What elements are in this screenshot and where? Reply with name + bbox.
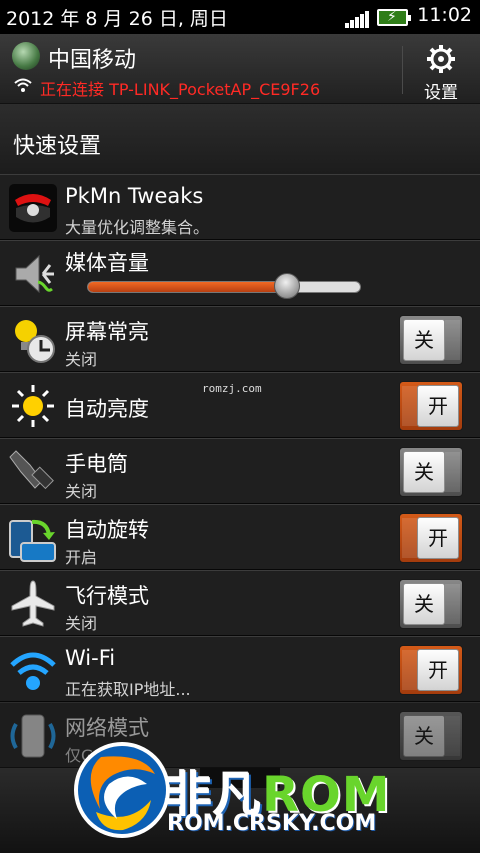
- list-item-auto-rotate[interactable]: 自动旋转 开启 开: [0, 504, 480, 570]
- volume-slider-fill: [88, 282, 287, 292]
- wifi-connection-status: 正在连接 TP-LINK_PocketAP_CE9F26: [40, 80, 321, 99]
- media-volume-slider[interactable]: [87, 273, 361, 299]
- item-title: 自动亮度: [65, 397, 149, 421]
- gear-icon: [427, 45, 455, 73]
- wifi-toggle[interactable]: 开: [399, 645, 463, 695]
- list-item-media-volume: 媒体音量: [0, 240, 480, 306]
- toggle-label: 开: [417, 385, 459, 427]
- status-date: 2012 年 8 月 26 日, 周日: [6, 8, 228, 30]
- auto-rotate-toggle[interactable]: 开: [399, 513, 463, 563]
- item-subtitle: 关闭: [65, 482, 98, 501]
- list-item-pkmn-tweaks[interactable]: PkMn Tweaks 大量优化调整集合。: [0, 174, 480, 240]
- list-item-airplane-mode[interactable]: 飞行模式 关闭 关: [0, 570, 480, 636]
- volume-slider-thumb[interactable]: [273, 273, 300, 299]
- brand-url: ROM.CRSKY.COM: [167, 811, 377, 836]
- brand-logo-icon: [74, 742, 170, 838]
- airplane-icon: [11, 580, 55, 627]
- screen-on-toggle[interactable]: 关: [399, 315, 463, 365]
- toggle-label: 关: [403, 451, 445, 493]
- wifi-icon: [14, 78, 32, 92]
- auto-brightness-toggle[interactable]: 开: [399, 381, 463, 431]
- carrier-name: 中国移动: [48, 48, 137, 73]
- item-title: 飞行模式: [65, 584, 149, 608]
- list-item-wifi[interactable]: Wi-Fi 正在获取IP地址... 开: [0, 636, 480, 702]
- item-title: 屏幕常亮: [65, 320, 149, 344]
- pokeball-app-icon: [9, 184, 57, 232]
- phone-network-icon: [10, 714, 56, 758]
- signal-strength-icon: [345, 10, 371, 28]
- item-subtitle: 开启: [65, 548, 98, 567]
- toggle-label: 开: [417, 517, 459, 559]
- rotate-icon: [9, 519, 56, 562]
- flashlight-icon: [9, 450, 54, 490]
- status-bar: 2012 年 8 月 26 日, 周日 ⚡ 11:02: [0, 0, 480, 34]
- item-subtitle: 正在获取IP地址...: [65, 680, 191, 699]
- item-subtitle: 关闭: [65, 350, 98, 369]
- speaker-icon: [15, 254, 54, 294]
- notification-header: 中国移动 正在连接 TP-LINK_PocketAP_CE9F26 设置: [0, 34, 480, 104]
- item-subtitle: 大量优化调整集合。: [65, 218, 210, 237]
- toggle-label: 关: [403, 319, 445, 361]
- item-title: 自动旋转: [65, 518, 149, 542]
- settings-button[interactable]: 设置: [410, 40, 472, 103]
- item-title: 手电筒: [65, 452, 128, 476]
- toggle-label: 关: [403, 583, 445, 625]
- list-item-flashlight[interactable]: 手电筒 关闭 关: [0, 438, 480, 504]
- quick-settings-title: 快速设置: [13, 134, 102, 159]
- item-subtitle: 关闭: [65, 614, 98, 633]
- sun-icon: [12, 385, 54, 427]
- lightbulb-clock-icon: [15, 320, 55, 363]
- item-title: 媒体音量: [65, 251, 149, 275]
- list-item-screen-on[interactable]: 屏幕常亮 关闭 关: [0, 306, 480, 372]
- toggle-label: 开: [417, 649, 459, 691]
- quick-settings-header: 快速设置: [0, 104, 480, 174]
- divider: [402, 46, 403, 94]
- airplane-mode-toggle[interactable]: 关: [399, 579, 463, 629]
- brand-watermark: 非凡ROM ROM.CRSKY.COM: [71, 737, 411, 847]
- item-title: Wi-Fi: [65, 646, 116, 670]
- status-time: 11:02: [417, 4, 472, 26]
- settings-label: 设置: [424, 83, 458, 103]
- wifi-icon: [10, 652, 56, 690]
- carrier-logo-icon: [12, 42, 40, 70]
- flashlight-toggle[interactable]: 关: [399, 447, 463, 497]
- battery-charging-icon: ⚡: [377, 9, 411, 26]
- watermark: romzj.com: [202, 382, 262, 395]
- item-title: PkMn Tweaks: [65, 184, 204, 208]
